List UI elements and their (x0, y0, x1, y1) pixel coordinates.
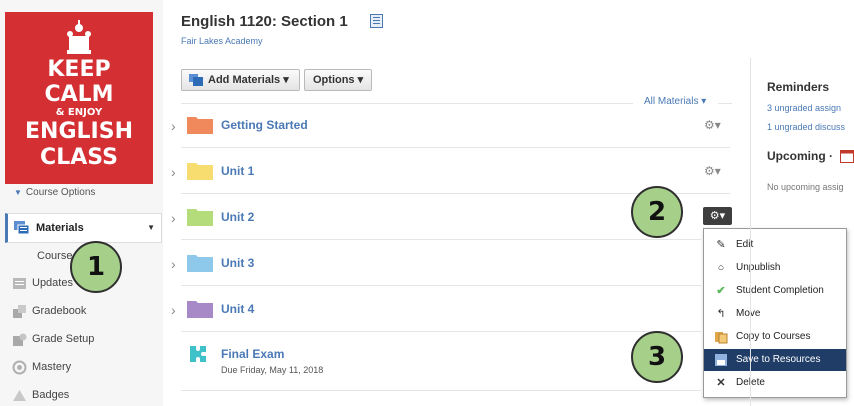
sidebar-item-label: Materials (36, 222, 84, 234)
school-name-link[interactable]: Fair Lakes Academy (181, 36, 263, 46)
material-folder-unit-1[interactable]: › Unit 1 ⚙▾ (170, 152, 730, 192)
material-title[interactable]: Final Exam (221, 347, 284, 361)
folder-icon (187, 163, 213, 180)
circle-icon: ○ (717, 262, 725, 274)
sidebar-subitem-course[interactable]: Course (37, 250, 72, 262)
assessment-puzzle-icon (190, 346, 206, 362)
crown-icon (67, 20, 91, 54)
course-options-link[interactable]: ▼ Course Options (14, 187, 95, 198)
divider (181, 147, 730, 148)
sidebar-item-grade-setup[interactable]: Grade Setup (12, 331, 162, 349)
page-title: English 1120: Section 1 (181, 13, 348, 30)
divider (181, 239, 701, 240)
add-materials-button[interactable]: Add Materials ▾ (181, 69, 300, 91)
course-options-label: Course Options (25, 187, 96, 198)
material-folder-unit-4[interactable]: › Unit 4 (170, 290, 730, 330)
save-resources-icon (715, 354, 727, 366)
material-title[interactable]: Unit 3 (221, 256, 254, 270)
divider (181, 390, 701, 391)
reminder-link-assignments[interactable]: 3 ungraded assign (767, 103, 841, 113)
poster-line-3: & ENJOY (55, 107, 103, 118)
sidebar-item-label: Mastery (32, 361, 72, 373)
checkmark-icon: ✔ (716, 285, 726, 297)
material-folder-getting-started[interactable]: › Getting Started ⚙▾ (170, 106, 730, 146)
upcoming-heading: Upcoming · (767, 149, 833, 163)
poster-line-4: ENGLISH (25, 119, 133, 144)
upcoming-empty-text: No upcoming assig (767, 182, 844, 192)
triangle-down-icon: ▼ (14, 188, 22, 197)
folder-icon (187, 301, 213, 318)
material-folder-unit-3[interactable]: › Unit 3 (170, 244, 730, 284)
folder-icon (187, 209, 213, 226)
sidebar-item-label: Grade Setup (32, 333, 95, 345)
updates-icon (13, 278, 26, 289)
add-materials-label: Add Materials ▾ (208, 74, 289, 86)
options-label: Options ▾ (313, 74, 364, 86)
material-title[interactable]: Getting Started (221, 118, 308, 132)
chevron-right-icon[interactable]: › (171, 302, 176, 318)
move-arrow-icon: ↰ (716, 308, 726, 320)
pencil-icon: ✎ (716, 239, 726, 251)
materials-icon (14, 221, 30, 235)
poster-line-5: CLASS (40, 145, 118, 170)
gradebook-icon (13, 305, 26, 318)
sidebar-item-gradebook[interactable]: Gradebook (12, 303, 162, 321)
gear-icon[interactable]: ⚙▾ (704, 118, 721, 132)
material-title[interactable]: Unit 2 (221, 210, 254, 224)
copy-icon (715, 332, 728, 344)
chevron-right-icon[interactable]: › (171, 210, 176, 226)
course-profile-image: KEEP CALM & ENJOY ENGLISH CLASS (5, 12, 153, 184)
calendar-icon[interactable] (840, 149, 854, 163)
gear-icon: ⚙▾ (709, 210, 726, 222)
add-materials-icon (189, 74, 203, 86)
divider (181, 285, 701, 286)
folder-icon (187, 117, 213, 134)
material-title[interactable]: Unit 4 (221, 302, 254, 316)
reminder-link-discussions[interactable]: 1 ungraded discuss (767, 122, 845, 132)
material-title[interactable]: Unit 1 (221, 164, 254, 178)
course-info-icon[interactable] (370, 14, 383, 28)
callout-badge-1: 1 (70, 241, 122, 293)
chevron-right-icon[interactable]: › (171, 118, 176, 134)
caret-down-icon[interactable]: ▼ (147, 223, 155, 232)
divider (718, 103, 732, 104)
delete-x-icon: ✕ (716, 377, 726, 389)
callout-badge-2: 2 (631, 186, 683, 238)
sidebar-item-materials[interactable]: Materials ▼ (5, 213, 162, 243)
options-button[interactable]: Options ▾ (304, 69, 372, 91)
reminders-heading: Reminders (767, 80, 830, 94)
poster-line-1: KEEP (47, 57, 111, 82)
divider (181, 331, 701, 332)
folder-icon (187, 255, 213, 272)
sidebar-item-label: Gradebook (32, 305, 87, 317)
sidebar-item-label: Badges (32, 389, 70, 401)
callout-badge-3: 3 (631, 331, 683, 383)
due-date: Due Friday, May 11, 2018 (221, 365, 324, 375)
sidebar-item-label: Updates (32, 277, 73, 289)
grade-setup-icon (13, 333, 27, 346)
sidebar-item-badges[interactable]: Badges (12, 387, 162, 405)
chevron-right-icon[interactable]: › (171, 164, 176, 180)
mastery-icon (12, 360, 27, 375)
divider (181, 103, 633, 104)
sidebar-item-mastery[interactable]: Mastery (12, 359, 162, 377)
gear-menu-button-active[interactable]: ⚙▾ (703, 207, 732, 225)
gear-icon[interactable]: ⚙▾ (704, 164, 721, 178)
chevron-right-icon[interactable]: › (171, 256, 176, 272)
poster-line-2: CALM (44, 82, 114, 107)
badges-icon (13, 390, 26, 401)
